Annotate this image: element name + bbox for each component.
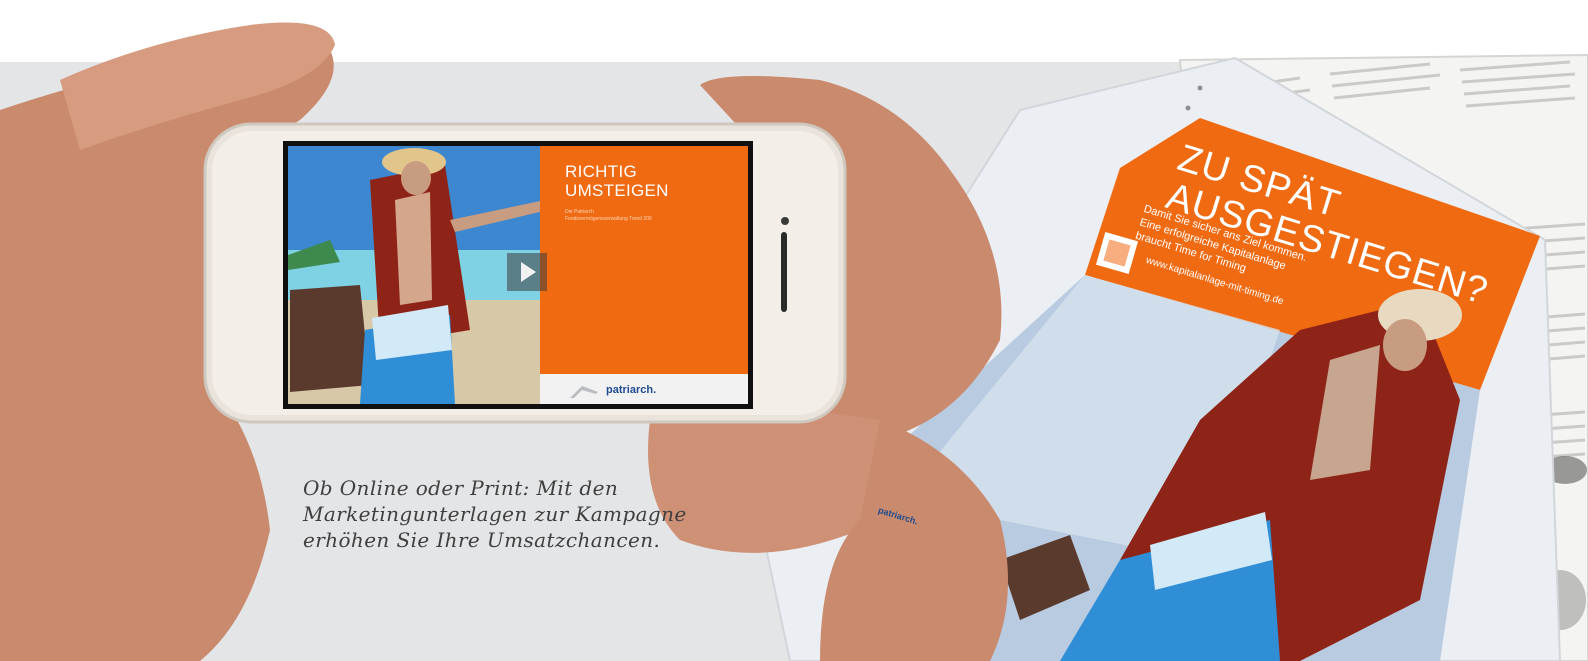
phone-ad-subtitle: Die Patriarch Fondsvermögensverwaltung T… (565, 209, 725, 223)
caption-line1: Ob Online oder Print: Mit den (303, 476, 619, 500)
phone-ad-title-line1: RICHTIG (565, 162, 637, 181)
caption-line3: erhöhen Sie Ihre Umsatzchancen. (303, 528, 661, 552)
phone-ad-subtitle-line2: Fondsvermögensverwaltung Trend 200 (565, 216, 652, 222)
caption-line2: Marketingunterlagen zur Kampagne (303, 502, 687, 526)
caption-text: Ob Online oder Print: Mit den Marketingu… (303, 475, 687, 553)
phone-ad-logo: patriarch. (606, 384, 657, 396)
patriarch-logo-mark-icon (570, 383, 598, 398)
phone-ad-title-line2: UMSTEIGEN (565, 181, 669, 200)
photo-scene (0, 22, 1588, 661)
phone-ad-title: RICHTIG UMSTEIGEN (565, 162, 669, 200)
phone-ad-subtitle-line1: Die Patriarch (565, 209, 594, 215)
play-icon (521, 262, 536, 282)
